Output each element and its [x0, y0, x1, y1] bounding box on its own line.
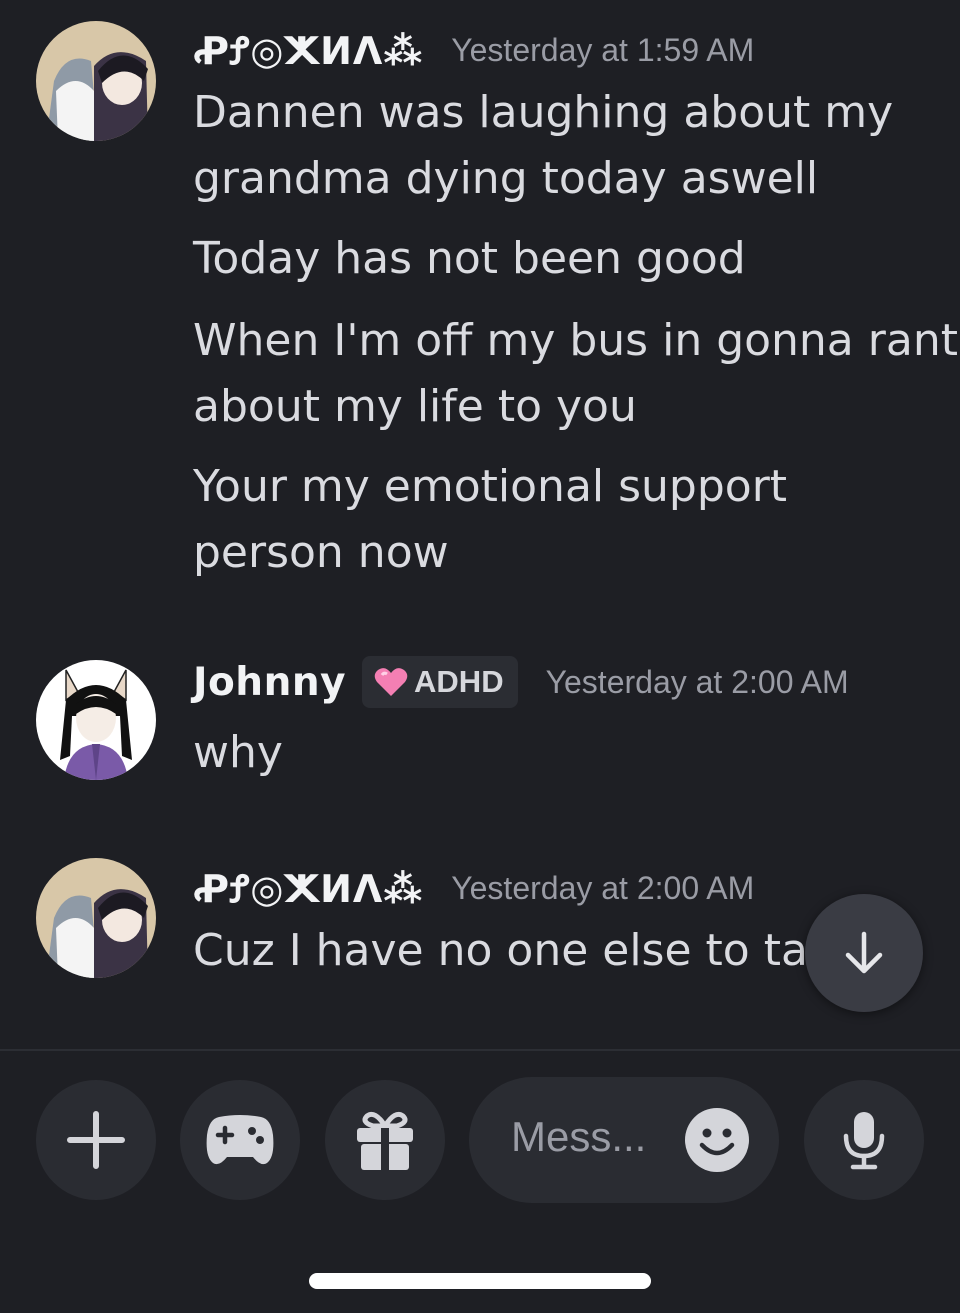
- gift-button[interactable]: [325, 1080, 445, 1200]
- username[interactable]: ꝒꝬ◎ⵅⵍⴷ⁂: [193, 862, 423, 914]
- gift-icon: [357, 1111, 413, 1170]
- message-text: grandma dying today aswell: [193, 153, 819, 204]
- avatar[interactable]: [36, 21, 156, 141]
- add-icon: [67, 1111, 125, 1169]
- username[interactable]: Johnny: [193, 660, 346, 705]
- message-text: When I'm off my bus in gonna rant: [193, 315, 958, 366]
- message-text: Your my emotional support: [193, 461, 788, 512]
- message-text: about my life to you: [193, 381, 637, 432]
- message-header: Johnny ADHD Yesterday at 2:00 AM: [193, 656, 849, 708]
- message-text: why: [193, 727, 283, 778]
- message-input-placeholder: Mess...: [511, 1113, 647, 1160]
- voice-message-button[interactable]: [804, 1080, 924, 1200]
- jump-to-bottom-button[interactable]: [805, 894, 923, 1012]
- message-text: Today has not been good: [193, 233, 746, 284]
- message-input[interactable]: Mess...: [469, 1077, 779, 1203]
- add-button[interactable]: [36, 1080, 156, 1200]
- timestamp: Yesterday at 1:59 AM: [451, 31, 755, 68]
- message-text: Dannen was laughing about my: [193, 87, 894, 138]
- message-list[interactable]: ꝒꝬ◎ⵅⵍⴷ⁂ Yesterday at 1:59 AM Dannen was …: [0, 0, 960, 1050]
- pink-heart-icon: [374, 668, 408, 696]
- arrow-down-icon: [845, 931, 883, 974]
- timestamp: Yesterday at 2:00 AM: [545, 663, 849, 700]
- role-tag-label: ADHD: [414, 664, 504, 699]
- activities-button[interactable]: [180, 1080, 300, 1200]
- avatar[interactable]: [36, 858, 156, 978]
- avatar[interactable]: [36, 660, 156, 780]
- username[interactable]: ꝒꝬ◎ⵅⵍⴷ⁂: [193, 24, 423, 76]
- home-indicator[interactable]: [309, 1273, 651, 1289]
- message-header: ꝒꝬ◎ⵅⵍⴷ⁂ Yesterday at 2:00 AM: [193, 862, 754, 914]
- message-text: person now: [193, 527, 449, 578]
- message-header: ꝒꝬ◎ⵅⵍⴷ⁂ Yesterday at 1:59 AM: [193, 24, 754, 76]
- emoji-icon: [685, 1108, 749, 1172]
- emoji-button[interactable]: [684, 1107, 750, 1173]
- role-tag[interactable]: ADHD: [362, 656, 518, 708]
- gamepad-icon: [206, 1115, 274, 1165]
- timestamp: Yesterday at 2:00 AM: [451, 869, 755, 906]
- microphone-icon: [843, 1112, 885, 1170]
